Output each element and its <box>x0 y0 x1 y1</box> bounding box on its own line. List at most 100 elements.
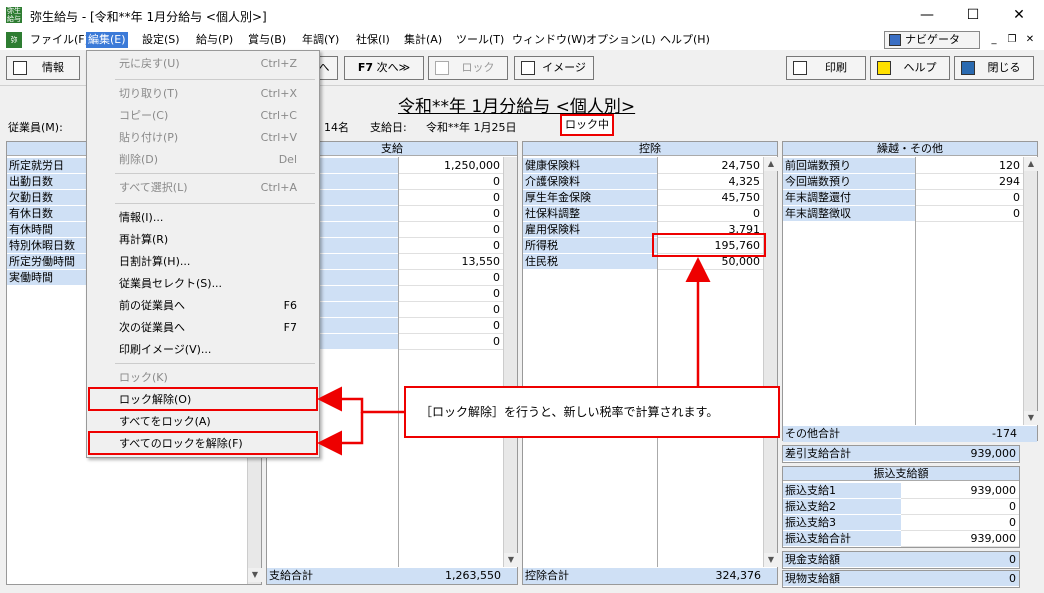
lock-label: ロック <box>461 61 495 74</box>
edit-menu-item-label: コピー(C) <box>119 109 169 122</box>
menu-separator <box>115 173 315 174</box>
doc-icon[interactable]: 弥 <box>6 32 22 48</box>
transfer-row-value[interactable]: 939,000 <box>901 531 1019 547</box>
menu-file[interactable]: ファイル(F) <box>28 32 91 48</box>
callout-box: ［ロック解除］を行うと、新しい税率で計算されます。 <box>404 386 780 438</box>
scroll-down-icon[interactable]: ▼ <box>764 553 778 567</box>
edit-menu-item[interactable]: すべて選択(L) Ctrl+A <box>87 177 319 199</box>
other-total-label: その他合計 <box>785 427 840 440</box>
menu-aggregate[interactable]: 集計(A) <box>402 32 444 48</box>
payment-row-value[interactable]: 0 <box>399 334 503 350</box>
other-row-value[interactable]: 0 <box>916 206 1023 222</box>
help-button[interactable]: ヘルプ <box>870 56 950 80</box>
edit-menu-item-shortcut: Ctrl+X <box>260 87 297 100</box>
edit-menu-item[interactable]: 印刷イメージ(V)... <box>87 339 319 361</box>
pay-date-label: 支給日: <box>370 121 407 134</box>
mdi-restore-button[interactable]: ❐ <box>1004 32 1020 48</box>
mdi-close-button[interactable]: ✕ <box>1022 32 1038 48</box>
deduction-row-label: 住民税 <box>523 254 657 270</box>
payment-row-value[interactable]: 0 <box>399 270 503 286</box>
navigator-button[interactable]: ナビゲータ <box>884 31 980 49</box>
other-row-value[interactable]: 120 <box>916 158 1023 174</box>
print-button[interactable]: 印刷 <box>786 56 866 80</box>
image-button[interactable]: イメージ <box>514 56 594 80</box>
other-row-value[interactable]: 0 <box>916 190 1023 206</box>
goods-pay-label: 現物支給額 <box>783 571 1019 587</box>
deduction-scrollbar[interactable]: ▲ ▼ <box>763 157 778 567</box>
payment-row-value[interactable]: 0 <box>399 302 503 318</box>
payment-row-value[interactable]: 13,550 <box>399 254 503 270</box>
payment-row-value[interactable]: 0 <box>399 286 503 302</box>
other-row-value[interactable]: 294 <box>916 174 1023 190</box>
close-window-button[interactable]: ✕ <box>996 0 1042 30</box>
edit-menu-item[interactable]: すべてをロック(A) <box>87 411 319 433</box>
monitor-icon <box>521 61 535 75</box>
payment-row-value[interactable]: 0 <box>399 318 503 334</box>
menu-tools[interactable]: ツール(T) <box>454 32 506 48</box>
scroll-down-icon[interactable]: ▼ <box>504 553 518 567</box>
menu-edit[interactable]: 編集(E) <box>86 32 128 48</box>
menu-separator <box>115 79 315 80</box>
deduction-row-value[interactable]: 45,750 <box>658 190 763 206</box>
menu-year-end[interactable]: 年調(Y) <box>300 32 341 48</box>
payment-row-value[interactable]: 1,250,000 <box>399 158 503 174</box>
edit-menu-item[interactable]: 前の従業員へ F6 <box>87 295 319 317</box>
menu-window[interactable]: ウィンドウ(W) <box>510 32 588 48</box>
edit-menu-item[interactable]: 次の従業員へ F7 <box>87 317 319 339</box>
other-scrollbar[interactable]: ▲ ▼ <box>1023 157 1038 425</box>
edit-menu-item[interactable]: 削除(D) Del <box>87 149 319 171</box>
close-button[interactable]: 閉じる <box>954 56 1034 80</box>
scroll-down-icon[interactable]: ▼ <box>248 568 262 582</box>
deduction-row-value[interactable]: 4,325 <box>658 174 763 190</box>
edit-menu-item[interactable]: 切り取り(T) Ctrl+X <box>87 83 319 105</box>
edit-menu-item[interactable]: 日割計算(H)... <box>87 251 319 273</box>
edit-menu-item[interactable]: コピー(C) Ctrl+C <box>87 105 319 127</box>
menu-salary[interactable]: 給与(P) <box>194 32 235 48</box>
edit-menu-item-label: 元に戻す(U) <box>119 57 180 70</box>
printer-icon <box>793 61 807 75</box>
transfer-row-value[interactable]: 0 <box>901 499 1019 515</box>
edit-menu-item-label: 従業員セレクト(S)... <box>119 277 223 290</box>
scroll-up-icon[interactable]: ▲ <box>764 157 778 171</box>
transfer-row-value[interactable]: 939,000 <box>901 483 1019 499</box>
unlock-highlight <box>88 387 318 411</box>
edit-menu-item[interactable]: 情報(I)... <box>87 207 319 229</box>
edit-menu-item-label: 次の従業員へ <box>119 321 185 334</box>
menu-help[interactable]: ヘルプ(H) <box>658 32 712 48</box>
help-label: ヘルプ <box>903 61 937 74</box>
edit-menu-item[interactable]: 再計算(R) <box>87 229 319 251</box>
edit-menu-item[interactable]: 従業員セレクト(S)... <box>87 273 319 295</box>
payment-row-value[interactable]: 0 <box>399 238 503 254</box>
deduction-row-value[interactable]: 0 <box>658 206 763 222</box>
menu-settings[interactable]: 設定(S) <box>140 32 182 48</box>
edit-menu-item-label: 前の従業員へ <box>119 299 185 312</box>
other-panel: 繰越・その他 前回端数預り 120 今回端数預り 294 年末調整還付 0 年末調整徴… <box>782 141 1038 442</box>
info-button[interactable]: 情報 <box>6 56 80 80</box>
scroll-down-icon[interactable]: ▼ <box>1024 411 1038 425</box>
menu-bonus[interactable]: 賞与(B) <box>246 32 288 48</box>
window-title: 弥生給与 - [令和**年 1月分給与 <個人別>] <box>30 10 267 24</box>
lock-button[interactable]: ロック <box>428 56 508 80</box>
edit-menu-item[interactable]: ロック(K) <box>87 367 319 389</box>
menu-social-insurance[interactable]: 社保(I) <box>354 32 392 48</box>
scroll-up-icon[interactable]: ▲ <box>1024 157 1038 171</box>
edit-menu-item-label: 日割計算(H)... <box>119 255 191 268</box>
deduction-total-value: 324,376 <box>715 569 762 582</box>
menu-options[interactable]: オプション(L) <box>584 32 658 48</box>
print-label: 印刷 <box>825 61 847 74</box>
next-button[interactable]: F7 次へ≫ <box>344 56 424 80</box>
deduction-row-value[interactable]: 24,750 <box>658 158 763 174</box>
transfer-row-value[interactable]: 0 <box>901 515 1019 531</box>
payment-row-value[interactable]: 0 <box>399 174 503 190</box>
payment-scrollbar[interactable]: ▼ <box>503 157 518 567</box>
payment-row-value[interactable]: 0 <box>399 206 503 222</box>
minimize-button[interactable]: — <box>904 0 950 30</box>
lock-status-badge: ロック中 <box>560 114 614 136</box>
mdi-minimize-button[interactable]: _ <box>986 32 1002 48</box>
edit-menu-item[interactable]: 元に戻す(U) Ctrl+Z <box>87 53 319 75</box>
payment-row-value[interactable]: 0 <box>399 222 503 238</box>
other-header: 繰越・その他 <box>783 142 1037 156</box>
payment-row-value[interactable]: 0 <box>399 190 503 206</box>
edit-menu-item[interactable]: 貼り付け(P) Ctrl+V <box>87 127 319 149</box>
maximize-button[interactable]: ☐ <box>950 0 996 30</box>
